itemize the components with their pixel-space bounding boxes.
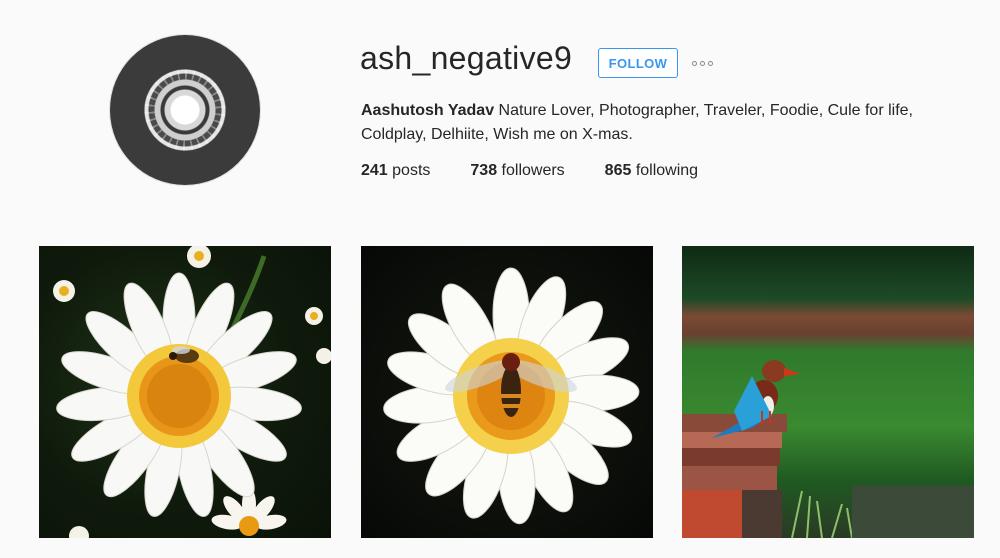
profile-bio: Aashutosh Yadav Nature Lover, Photograph… — [361, 99, 961, 147]
profile-stats: 241 posts 738 followers 865 following — [361, 162, 738, 180]
post-thumbnail-1[interactable] — [39, 246, 331, 538]
dot-icon — [692, 60, 697, 66]
post-thumbnail-2[interactable] — [361, 246, 653, 538]
avatar-pattern — [137, 62, 233, 158]
dot-icon — [700, 60, 705, 66]
post-thumbnail-3[interactable] — [682, 246, 974, 538]
kingfisher-photo — [682, 360, 974, 538]
posts-stat: 241 posts — [361, 162, 430, 180]
more-options-icon[interactable] — [692, 58, 720, 68]
profile-username: ash_negative9 — [360, 40, 573, 76]
followers-label: followers — [497, 162, 565, 179]
following-stat[interactable]: 865 following — [605, 162, 698, 180]
followers-stat[interactable]: 738 followers — [470, 162, 564, 180]
follow-button[interactable]: FOLLOW — [598, 48, 678, 78]
following-label: following — [631, 162, 699, 179]
dot-icon — [708, 60, 713, 66]
posts-count: 241 — [361, 162, 388, 179]
bio-full-name: Aashutosh Yadav — [361, 102, 495, 119]
following-count: 865 — [604, 162, 632, 179]
profile-avatar[interactable] — [110, 35, 260, 185]
posts-label: posts — [387, 162, 431, 179]
daisy-hoverfly-photo — [383, 267, 640, 525]
daisy-bee-photo — [53, 246, 331, 538]
followers-count: 738 — [470, 162, 498, 179]
